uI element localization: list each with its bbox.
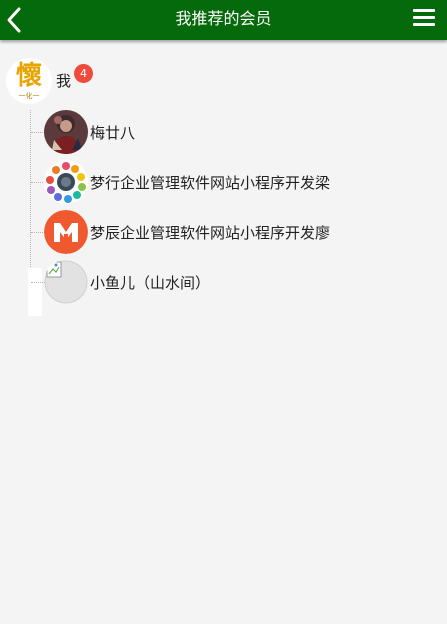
member-name: 小鱼儿（山水间） (90, 274, 211, 292)
tree-connector (31, 132, 45, 133)
list-item[interactable]: 梅廿八 (44, 110, 444, 154)
member-name: 梅廿八 (90, 124, 136, 142)
member-name: 梦辰企业管理软件网站小程序开发廖 (90, 224, 331, 242)
list-item[interactable]: 小鱼儿（山水间） (44, 260, 444, 304)
menu-button[interactable] (413, 9, 435, 31)
count-badge: 4 (74, 64, 93, 83)
member-name: 梦行企业管理软件网站小程序开发梁 (90, 174, 331, 192)
tree-connector-strip (28, 268, 42, 316)
avatar-logo-sub: 一化一 (18, 92, 40, 100)
root-member-name: 我 (56, 72, 72, 90)
page-title: 我推荐的会员 (175, 9, 272, 28)
hamburger-menu-icon (413, 9, 435, 26)
broken-image-icon (44, 260, 88, 304)
tree-connector (31, 282, 45, 283)
top-bar: 我推荐的会员 (0, 0, 447, 40)
list-item[interactable]: 梦辰企业管理软件网站小程序开发廖 (44, 210, 444, 254)
avatar-image (44, 110, 88, 154)
avatar-image (44, 210, 88, 254)
avatar: 懷 一化一 (6, 58, 52, 104)
avatar-image (44, 160, 88, 204)
tree-connector (31, 182, 45, 183)
avatar (44, 260, 88, 304)
avatar (44, 110, 88, 154)
avatar (44, 160, 88, 204)
root-member[interactable]: 懷 一化一 我 4 (6, 58, 126, 108)
list-item[interactable]: 梦行企业管理软件网站小程序开发梁 (44, 160, 444, 204)
avatar (44, 210, 88, 254)
avatar-logo: 懷 (15, 61, 42, 91)
tree-connector (31, 232, 45, 233)
